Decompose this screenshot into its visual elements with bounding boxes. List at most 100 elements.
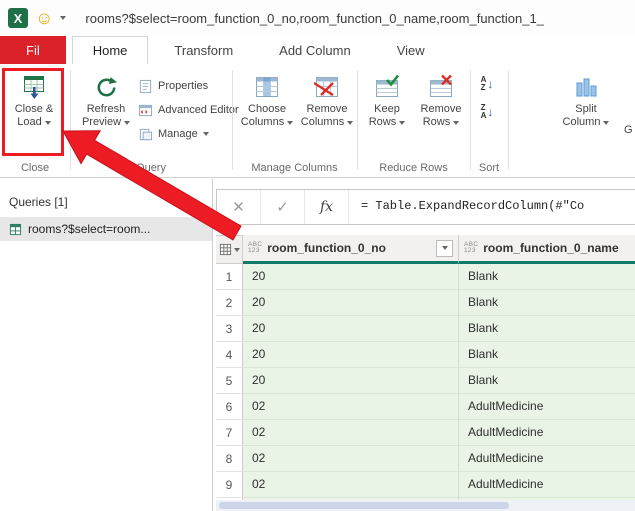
window-title: rooms?$select=room_function_0_no,room_fu… bbox=[85, 11, 544, 26]
keep-rows-label-1: Keep bbox=[374, 103, 400, 116]
advanced-editor-icon bbox=[138, 103, 153, 118]
remove-rows-label-2: Rows bbox=[423, 116, 451, 129]
remove-columns-button[interactable]: Remove Columns bbox=[299, 68, 355, 160]
split-column-label-1: Split bbox=[575, 103, 596, 116]
row-number[interactable]: 5 bbox=[216, 368, 243, 394]
sort-ascending-button[interactable]: AZ ↓ bbox=[474, 72, 500, 96]
cell[interactable]: AdultMedicine bbox=[459, 472, 635, 498]
remove-rows-button[interactable]: Remove Rows bbox=[414, 68, 468, 160]
tab-add-column[interactable]: Add Column bbox=[259, 36, 371, 64]
cell[interactable]: Blank bbox=[459, 264, 635, 290]
remove-columns-label-1: Remove bbox=[307, 103, 348, 116]
ribbon: Close & Load Close Refresh Preview Prope… bbox=[0, 64, 635, 178]
titlebar: X ☺ rooms?$select=room_function_0_no,roo… bbox=[0, 0, 635, 36]
group-by-button-partial[interactable]: G bbox=[624, 124, 633, 136]
add-step-button[interactable]: fx bbox=[305, 190, 349, 224]
column-name: room_function_0_name bbox=[483, 241, 618, 255]
cell[interactable]: 02 bbox=[243, 420, 459, 446]
cell[interactable]: 02 bbox=[243, 446, 459, 472]
cancel-formula-button[interactable]: ✕ bbox=[217, 190, 261, 224]
manage-icon bbox=[138, 127, 153, 142]
advanced-editor-label: Advanced Editor bbox=[158, 104, 239, 116]
queries-pane-header: Queries [1] bbox=[0, 179, 212, 217]
sort-descending-button[interactable]: ZA ↓ bbox=[474, 100, 500, 124]
choose-columns-label-2: Columns bbox=[241, 116, 284, 129]
tab-file[interactable]: Fil bbox=[0, 36, 66, 64]
close-load-icon bbox=[21, 71, 47, 103]
commit-formula-button[interactable]: ✓ bbox=[261, 190, 305, 224]
row-number[interactable]: 3 bbox=[216, 316, 243, 342]
close-and-load-button[interactable]: Close & Load bbox=[6, 68, 62, 160]
cell[interactable]: 02 bbox=[243, 472, 459, 498]
manage-button[interactable]: Manage bbox=[138, 124, 209, 144]
cell[interactable]: 20 bbox=[243, 264, 459, 290]
remove-columns-label-2: Columns bbox=[301, 116, 344, 129]
keep-rows-label-2: Rows bbox=[369, 116, 397, 129]
filter-button[interactable] bbox=[436, 240, 453, 257]
cell[interactable]: AdultMedicine bbox=[459, 446, 635, 472]
cell[interactable]: Blank bbox=[459, 368, 635, 394]
cell[interactable]: 20 bbox=[243, 342, 459, 368]
group-label-reduce-rows: Reduce Rows bbox=[357, 162, 470, 174]
advanced-editor-button[interactable]: Advanced Editor bbox=[138, 100, 239, 120]
row-number[interactable]: 8 bbox=[216, 446, 243, 472]
smiley-feedback-icon[interactable]: ☺ bbox=[35, 9, 53, 27]
formula-input[interactable]: = Table.ExpandRecordColumn(#"Co bbox=[349, 190, 635, 224]
row-number[interactable]: 2 bbox=[216, 290, 243, 316]
cell[interactable]: 20 bbox=[243, 368, 459, 394]
scrollbar-thumb[interactable] bbox=[219, 502, 509, 509]
row-number[interactable]: 6 bbox=[216, 394, 243, 420]
horizontal-scrollbar[interactable] bbox=[216, 500, 635, 511]
split-column-button[interactable]: Split Column bbox=[558, 68, 614, 160]
table-menu-caret-icon bbox=[234, 248, 240, 252]
cell[interactable]: 02 bbox=[243, 394, 459, 420]
tab-view[interactable]: View bbox=[377, 36, 445, 64]
row-number[interactable]: 1 bbox=[216, 264, 243, 290]
refresh-preview-button[interactable]: Refresh Preview bbox=[79, 68, 133, 160]
formula-bar: ✕ ✓ fx = Table.ExpandRecordColumn(#"Co bbox=[216, 189, 635, 225]
choose-columns-label-1: Choose bbox=[248, 103, 286, 116]
row-number[interactable]: 9 bbox=[216, 472, 243, 498]
close-load-label-1: Close & bbox=[15, 103, 54, 116]
arrow-down-icon: ↓ bbox=[487, 78, 493, 90]
tab-home[interactable]: Home bbox=[72, 36, 149, 64]
properties-label: Properties bbox=[158, 80, 208, 92]
quick-access-caret-icon[interactable] bbox=[60, 16, 66, 20]
ribbon-tab-bar: Fil Home Transform Add Column View bbox=[0, 36, 635, 64]
filter-caret-icon bbox=[442, 246, 448, 250]
dropdown-caret-icon bbox=[347, 121, 353, 125]
cell[interactable]: Blank bbox=[459, 290, 635, 316]
choose-columns-button[interactable]: Choose Columns bbox=[239, 68, 295, 160]
remove-rows-icon bbox=[428, 71, 454, 103]
table-row: 4 20 Blank bbox=[216, 342, 635, 368]
row-number[interactable]: 7 bbox=[216, 420, 243, 446]
table-icon bbox=[219, 243, 232, 256]
select-all-button[interactable] bbox=[216, 235, 243, 264]
dropdown-caret-icon bbox=[287, 121, 293, 125]
properties-button[interactable]: Properties bbox=[138, 76, 208, 96]
group-divider bbox=[508, 70, 509, 170]
table-row: 9 02 AdultMedicine bbox=[216, 472, 635, 498]
dropdown-caret-icon bbox=[124, 121, 130, 125]
column-type-any-icon[interactable]: ABC123 bbox=[464, 242, 478, 255]
column-header-room-function-0-name[interactable]: ABC123 room_function_0_name bbox=[459, 235, 635, 264]
tab-transform[interactable]: Transform bbox=[154, 36, 253, 64]
keep-rows-button[interactable]: Keep Rows bbox=[362, 68, 412, 160]
cell[interactable]: AdultMedicine bbox=[459, 420, 635, 446]
cell[interactable]: Blank bbox=[459, 316, 635, 342]
cell[interactable]: Blank bbox=[459, 342, 635, 368]
cell[interactable]: AdultMedicine bbox=[459, 394, 635, 420]
row-number[interactable]: 4 bbox=[216, 342, 243, 368]
remove-columns-icon bbox=[314, 71, 340, 103]
table-row: 8 02 AdultMedicine bbox=[216, 446, 635, 472]
table-row: 7 02 AdultMedicine bbox=[216, 420, 635, 446]
cell[interactable]: 20 bbox=[243, 290, 459, 316]
group-divider bbox=[470, 70, 471, 170]
query-list-item[interactable]: rooms?$select=room... bbox=[0, 217, 212, 241]
column-header-room-function-0-no[interactable]: ABC123 room_function_0_no bbox=[243, 235, 459, 264]
column-type-any-icon[interactable]: ABC123 bbox=[248, 242, 262, 255]
table-row: 2 20 Blank bbox=[216, 290, 635, 316]
cell[interactable]: 20 bbox=[243, 316, 459, 342]
refresh-label-2: Preview bbox=[82, 116, 121, 129]
query-table-icon bbox=[9, 223, 22, 236]
